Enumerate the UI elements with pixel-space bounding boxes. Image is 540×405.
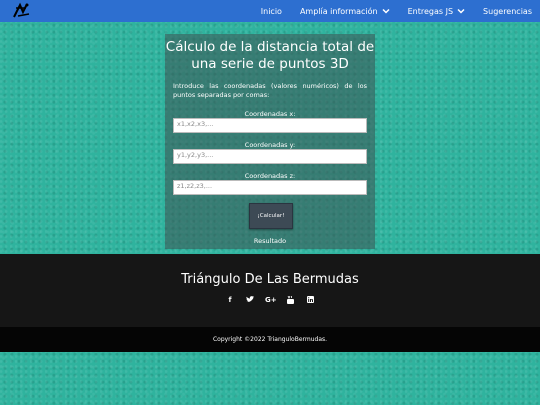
footer: Triángulo De Las Bermudas f G+ — [0, 254, 540, 327]
copyright-bar: Copyright ©2022 TrianguloBermudas. — [0, 327, 540, 352]
z-coords-input[interactable]: z1,z2,z3,... — [173, 180, 367, 195]
chevron-down-icon — [457, 8, 465, 14]
nav-links: Inicio Amplía información Entregas JS Su… — [243, 0, 532, 22]
nav-sugerencias-label: Sugerencias — [483, 6, 532, 16]
twitter-icon[interactable] — [245, 296, 255, 306]
social-links: f G+ — [0, 295, 540, 306]
page-title: Cálculo de la distancia total de una ser… — [165, 39, 375, 72]
y-coords-label: Coordenadas y: — [244, 141, 296, 149]
intro-text: Introduce las coordenadas (valores numér… — [173, 82, 367, 99]
x-coords-input[interactable]: x1,x2,x3,... — [173, 118, 367, 133]
top-navbar: Inicio Amplía información Entregas JS Su… — [0, 0, 540, 22]
logo-icon[interactable] — [12, 2, 32, 20]
facebook-icon[interactable]: f — [225, 296, 235, 306]
y-coords-input[interactable]: y1,y2,y3,... — [173, 149, 367, 164]
calculate-button[interactable]: ¡Calcular! — [249, 203, 293, 229]
nav-amplia-label: Amplía información — [299, 6, 378, 16]
z-coords-label: Coordenadas z: — [244, 172, 296, 180]
result-label: Resultado — [253, 237, 287, 245]
linkedin-icon[interactable] — [305, 296, 315, 306]
youtube-icon[interactable] — [285, 295, 295, 306]
google-plus-icon[interactable]: G+ — [265, 296, 277, 306]
chevron-down-icon — [382, 8, 390, 14]
x-coords-label: Coordenadas x: — [244, 110, 296, 118]
nav-inicio[interactable]: Inicio — [261, 7, 282, 16]
copyright-text: Copyright ©2022 TrianguloBermudas. — [212, 336, 328, 343]
nav-inicio-label: Inicio — [260, 6, 282, 16]
footer-title: Triángulo De Las Bermudas — [181, 272, 359, 287]
nav-entregas-js[interactable]: Entregas JS — [408, 7, 465, 16]
nav-sugerencias[interactable]: Sugerencias — [483, 7, 532, 16]
nav-entregas-label: Entregas JS — [407, 6, 454, 16]
calculator-panel: Cálculo de la distancia total de una ser… — [165, 34, 375, 249]
nav-amplia-informacion[interactable]: Amplía información — [300, 7, 390, 16]
